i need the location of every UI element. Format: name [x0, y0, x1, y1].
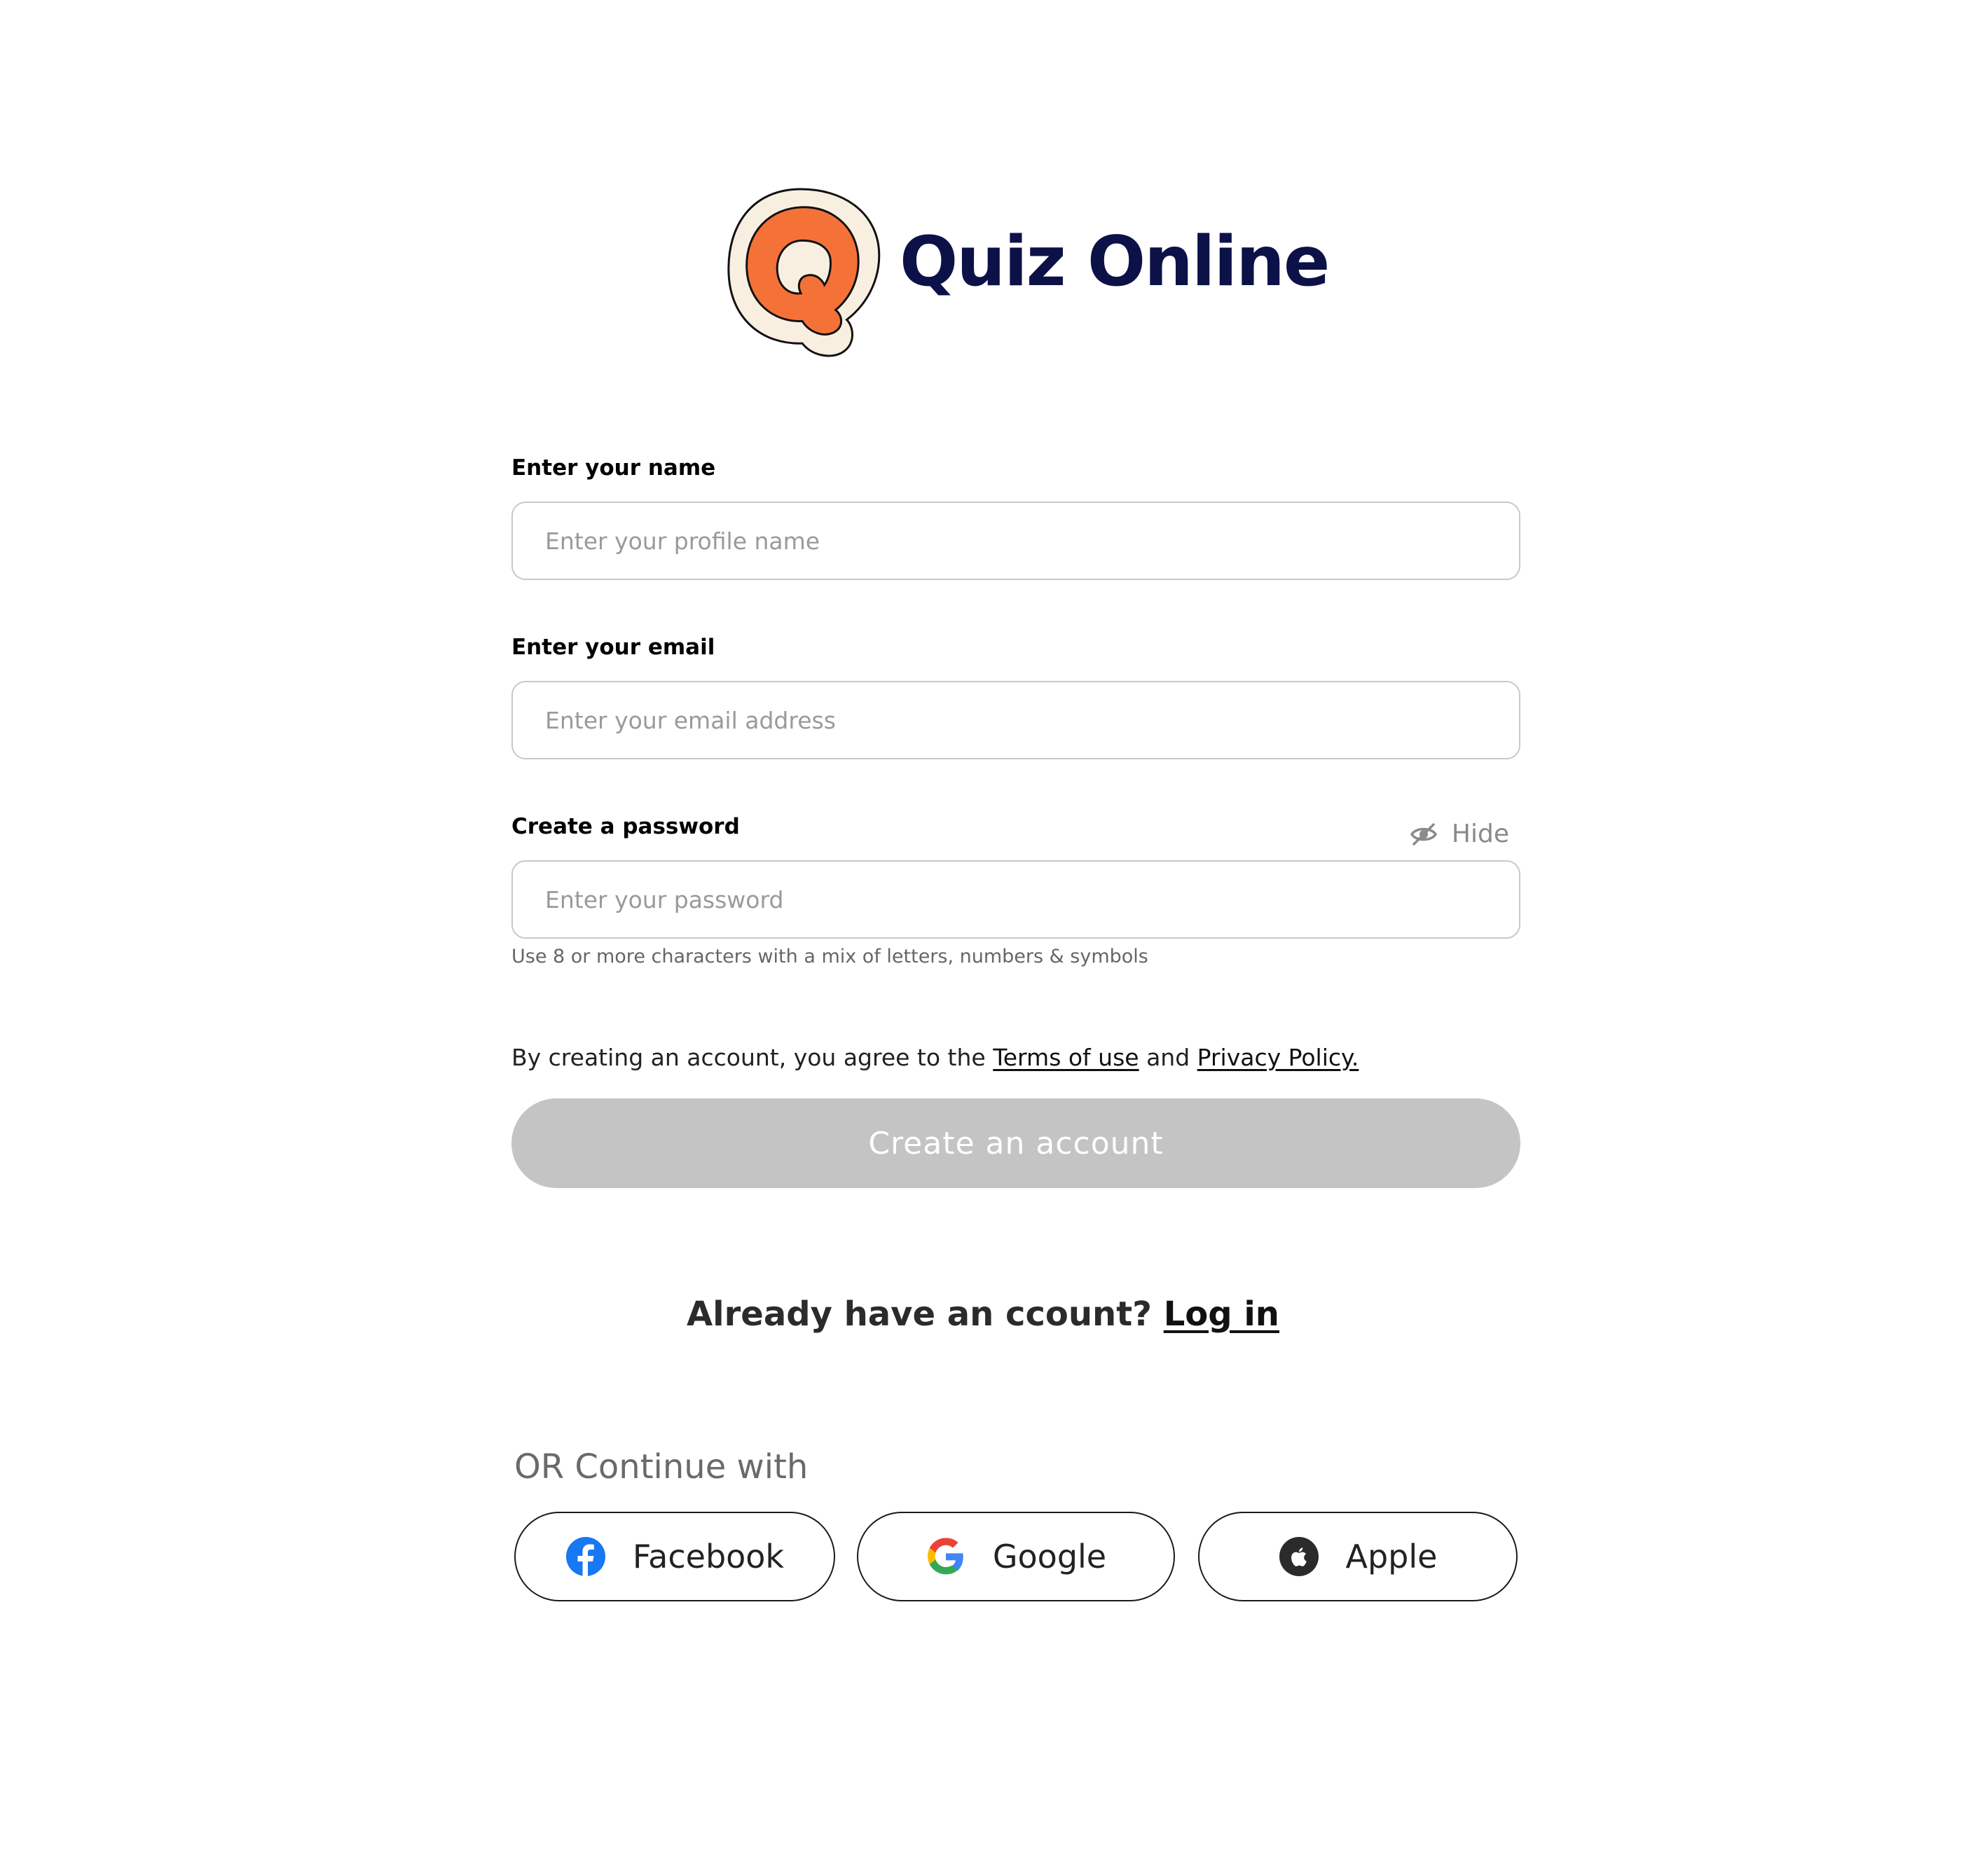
login-prompt: Already have an ccount? Log in — [0, 1295, 1966, 1334]
google-icon — [927, 1538, 963, 1575]
password-hint: Use 8 or more characters with a mix of l… — [511, 946, 1148, 967]
log-in-link[interactable]: Log in — [1164, 1295, 1279, 1334]
password-input[interactable] — [511, 860, 1520, 939]
terms-prefix: By creating an account, you agree to the — [511, 1044, 994, 1071]
name-label: Enter your name — [511, 455, 716, 481]
facebook-button[interactable]: Facebook — [514, 1512, 835, 1601]
facebook-icon — [565, 1537, 605, 1576]
brand-header: Quiz Online — [724, 182, 1330, 359]
password-label: Create a password — [511, 814, 740, 839]
apple-icon — [1279, 1537, 1319, 1576]
email-input[interactable] — [511, 681, 1520, 759]
create-account-button[interactable]: Create an account — [511, 1098, 1520, 1188]
social-heading: OR Continue with — [514, 1447, 809, 1487]
login-prompt-text: Already have an ccount? — [687, 1295, 1164, 1334]
terms-of-use-link[interactable]: Terms of use — [993, 1044, 1139, 1071]
terms-middle: and — [1139, 1044, 1197, 1071]
hide-label: Hide — [1451, 820, 1509, 848]
quiz-logo-icon — [727, 188, 881, 357]
google-button[interactable]: Google — [857, 1512, 1175, 1601]
apple-button[interactable]: Apple — [1198, 1512, 1518, 1601]
google-label: Google — [992, 1538, 1107, 1575]
facebook-label: Facebook — [632, 1538, 785, 1575]
name-input[interactable] — [511, 502, 1520, 580]
password-visibility-toggle[interactable]: Hide — [1410, 820, 1509, 848]
apple-label: Apple — [1345, 1538, 1438, 1575]
terms-notice: By creating an account, you agree to the… — [511, 1044, 1359, 1071]
privacy-policy-link[interactable]: Privacy Policy. — [1197, 1044, 1359, 1071]
app-title: Quiz Online — [900, 222, 1330, 302]
email-label: Enter your email — [511, 635, 715, 660]
eye-off-icon — [1410, 822, 1437, 846]
